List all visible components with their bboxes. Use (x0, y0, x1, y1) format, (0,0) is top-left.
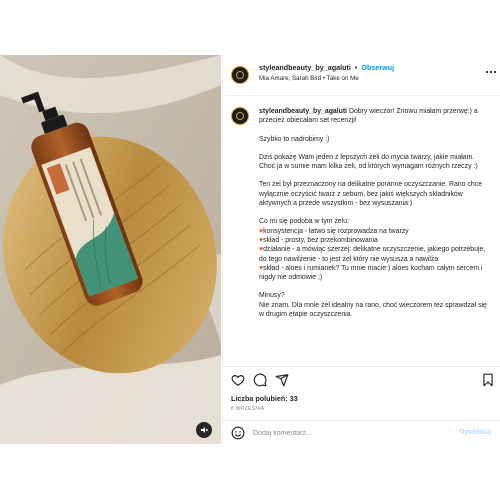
header-username-row: styleandbeauty_by_agaluti • Obserwuj (259, 63, 394, 72)
likes-count[interactable]: Liczba polubień: 33 (231, 394, 298, 403)
caption-bullet: ♥działanie - a mówiąc szerzej: delikatne… (259, 246, 486, 263)
caption-avatar[interactable] (231, 107, 249, 125)
instagram-post: styleandbeauty_by_agaluti • Obserwuj Mia… (0, 55, 500, 444)
share-icon[interactable] (275, 373, 289, 387)
action-bar (223, 366, 500, 391)
caption: styleandbeauty_by_agaluti Dobry wieczor!… (231, 107, 493, 362)
post-image[interactable] (0, 55, 221, 444)
post-header: styleandbeauty_by_agaluti • Obserwuj Mia… (223, 55, 500, 96)
post-sidebar: styleandbeauty_by_agaluti • Obserwuj Mia… (222, 55, 500, 444)
product-photo (0, 55, 221, 444)
mute-icon[interactable] (196, 422, 212, 438)
more-options-icon[interactable] (485, 67, 497, 76)
caption-bullet: ♥skład - prosty, bez przekombinowania (259, 236, 378, 244)
bookmark-icon[interactable] (481, 373, 495, 387)
follow-button[interactable]: Obserwuj (361, 63, 394, 72)
header-separator: • (354, 63, 358, 72)
caption-p1: Szybko to nadrobimy :) (259, 135, 330, 143)
caption-bullet: ♥konsystencja - łatwo się rozprowadza na… (259, 227, 409, 235)
header-username[interactable]: styleandbeauty_by_agaluti (259, 63, 351, 72)
comment-icon[interactable] (253, 373, 267, 387)
caption-p4-intro: Co mi się podoba w tym żelu: (259, 218, 349, 226)
music-info[interactable]: Mia Amare, Sarah Bird • Take on Me (259, 75, 359, 82)
avatar[interactable] (231, 66, 249, 84)
caption-text: styleandbeauty_by_agaluti Dobry wieczor!… (259, 107, 489, 328)
post-date: 8 WRZEŚNIA (231, 406, 265, 412)
caption-p5a: Minusy? (259, 292, 285, 300)
comment-bar: Opublikuj (223, 420, 500, 445)
caption-p3: Ten żel był przeznaczony na delikatne po… (259, 181, 482, 208)
comment-input[interactable] (253, 427, 443, 439)
heart-icon[interactable] (231, 373, 245, 387)
publish-button[interactable]: Opublikuj (459, 429, 491, 436)
caption-username[interactable]: styleandbeauty_by_agaluti (259, 108, 347, 115)
emoji-icon[interactable] (231, 426, 245, 440)
caption-p2: Dziś pokażę Wam jeden z lepszych żeli do… (259, 153, 478, 171)
caption-p5b: Nie znam. Dla mnie żel idealny na rano, … (259, 301, 487, 319)
caption-bullet: ♥skład - aloes i rumianek? Tu mnie macie… (259, 264, 483, 282)
